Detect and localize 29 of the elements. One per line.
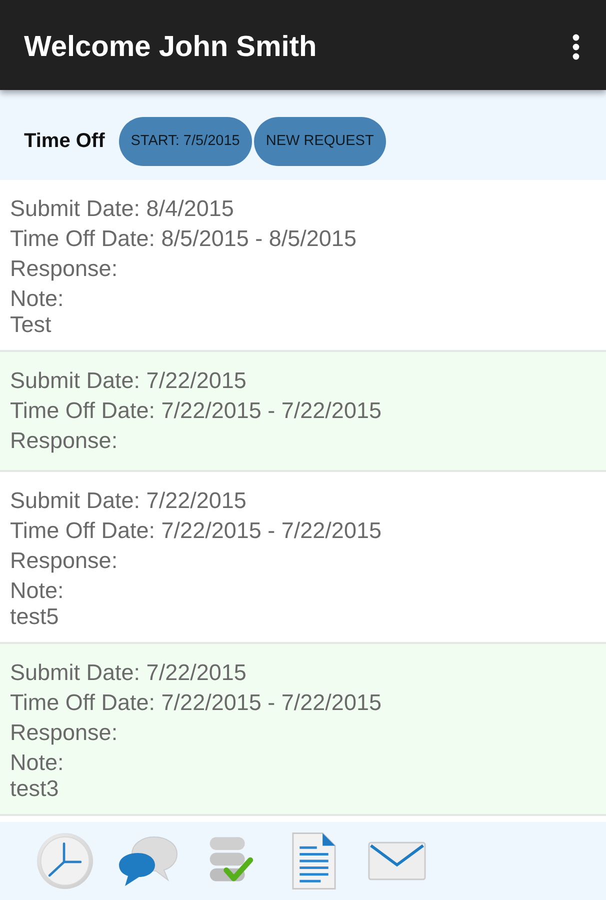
time-off-date-text: Time Off Date: 8/5/2015 - 8/5/2015 xyxy=(10,225,358,253)
submit-date-text: Submit Date: 7/22/2015 xyxy=(10,367,248,395)
response-text: Response: xyxy=(10,255,119,283)
app-title: Welcome John Smith xyxy=(24,30,317,64)
note-label: Note: xyxy=(10,577,65,605)
note-text: test3 xyxy=(10,778,60,800)
overflow-menu-icon[interactable] xyxy=(572,34,580,60)
request-item[interactable]: Submit Date: 7/22/2015 Time Off Date: 7/22/2015 - 7/22/2015 Response: Note: test3 xyxy=(0,644,606,816)
section-label: Time Off xyxy=(24,130,105,152)
toolbar-button[interactable]: NEW REQUEST xyxy=(254,116,386,166)
time-off-date-text: Time Off Date: 7/22/2015 - 7/22/2015 xyxy=(10,517,382,545)
note-text: test5 xyxy=(10,606,60,628)
response-text: Response: xyxy=(10,547,119,575)
response-text: Response: xyxy=(10,427,119,455)
time-off-date-text: Time Off Date: 7/22/2015 - 7/22/2015 xyxy=(10,689,382,717)
response-text: Response: xyxy=(10,719,119,747)
time-off-date-text: Time Off Date: 7/22/2015 - 7/22/2015 xyxy=(10,397,382,425)
note-label: Note: xyxy=(10,285,65,313)
note-text: Test xyxy=(10,314,52,336)
document-icon[interactable] xyxy=(292,832,336,890)
submit-date-text: Submit Date: 7/22/2015 xyxy=(10,659,248,687)
chat-bubbles-icon[interactable] xyxy=(118,835,178,887)
submit-date-text: Submit Date: 8/4/2015 xyxy=(10,195,235,223)
mail-icon[interactable] xyxy=(368,841,426,881)
submit-date-text: Submit Date: 7/22/2015 xyxy=(10,487,248,515)
note-label: Note: xyxy=(10,749,65,777)
clock-icon[interactable] xyxy=(36,832,94,890)
toolbar-button[interactable]: START: 7/5/2015 xyxy=(118,116,252,166)
request-item[interactable]: Submit Date: 7/22/2015 Time Off Date: 7/22/2015 - 7/22/2015 Response: xyxy=(0,352,606,472)
